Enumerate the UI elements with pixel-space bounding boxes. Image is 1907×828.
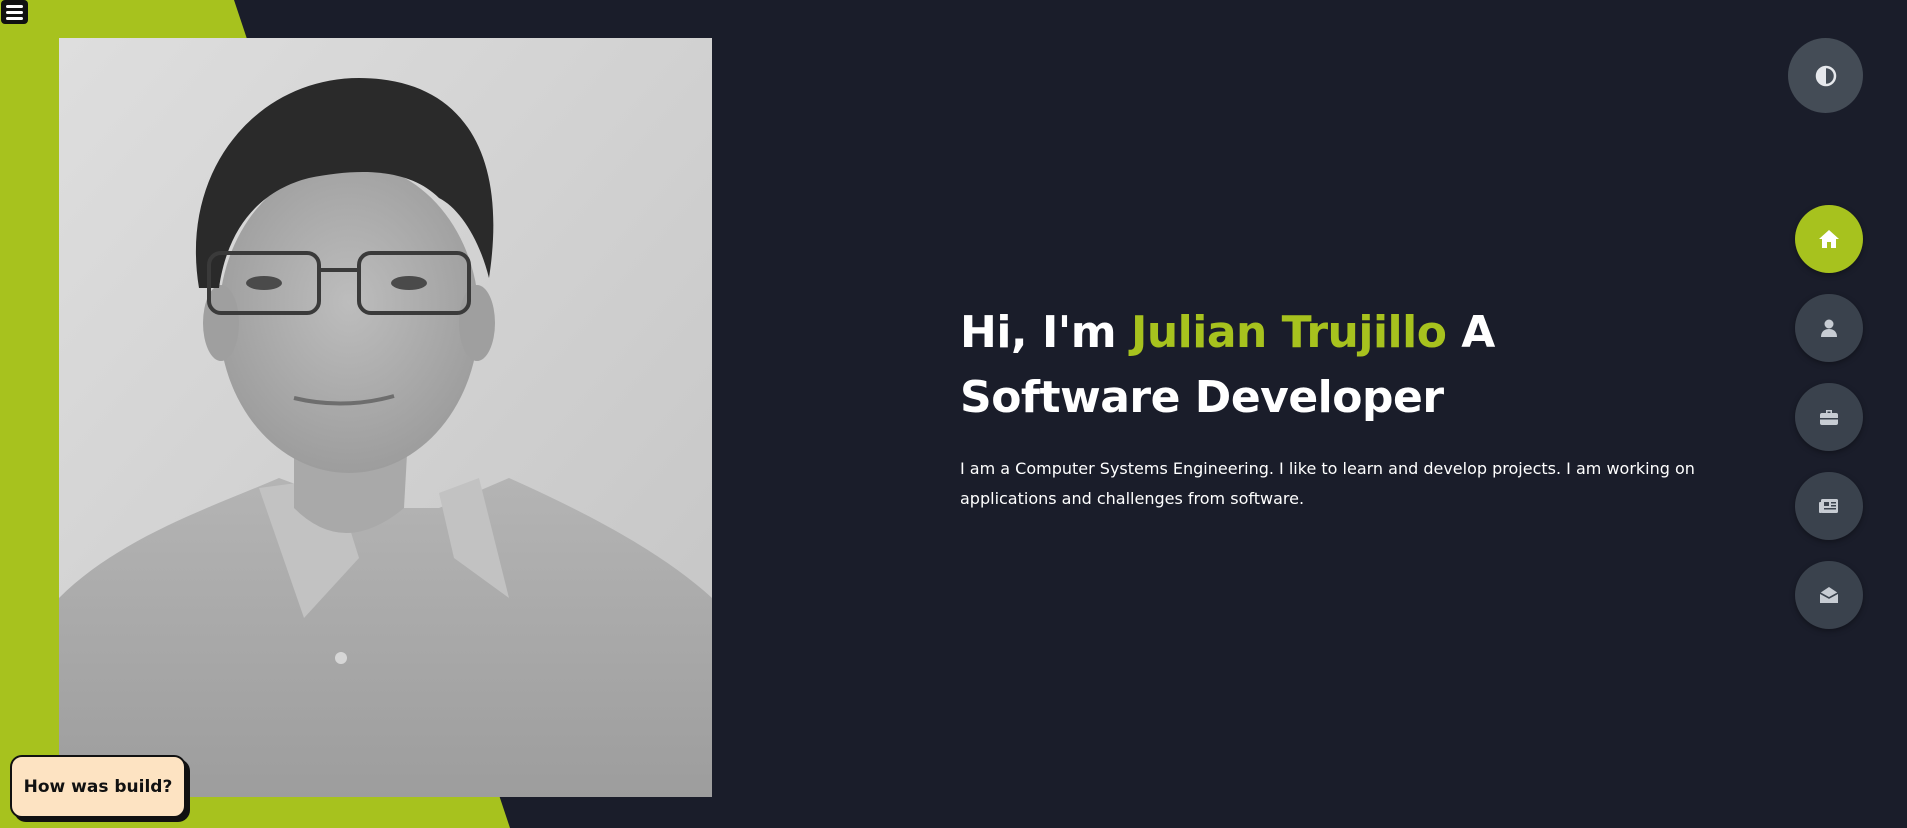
envelope-open-icon — [1819, 587, 1839, 603]
nav-contact-button[interactable] — [1795, 561, 1863, 629]
hero-greeting: Hi, I'm — [960, 307, 1117, 358]
feedback-button[interactable]: How was build? — [10, 755, 186, 818]
hero-title: Hi, I'm Julian Trujillo A Software Devel… — [960, 300, 1700, 430]
hero-description: I am a Computer Systems Engineering. I l… — [960, 459, 1695, 508]
briefcase-icon — [1820, 410, 1838, 425]
nav-home-button[interactable] — [1795, 205, 1863, 273]
hero-section: Hi, I'm Julian Trujillo A Software Devel… — [960, 300, 1700, 514]
contrast-icon — [1815, 65, 1836, 86]
newspaper-icon — [1819, 499, 1838, 513]
hero-name: Julian Trujillo — [1130, 307, 1447, 358]
profile-photo — [59, 38, 712, 797]
side-navigation — [1795, 205, 1863, 629]
nav-about-button[interactable] — [1795, 294, 1863, 362]
home-icon — [1819, 230, 1839, 248]
theme-toggle-button[interactable] — [1788, 38, 1863, 113]
nav-portfolio-button[interactable] — [1795, 383, 1863, 451]
user-icon — [1821, 319, 1837, 337]
nav-blog-button[interactable] — [1795, 472, 1863, 540]
hamburger-menu-icon[interactable] — [1, 0, 28, 24]
